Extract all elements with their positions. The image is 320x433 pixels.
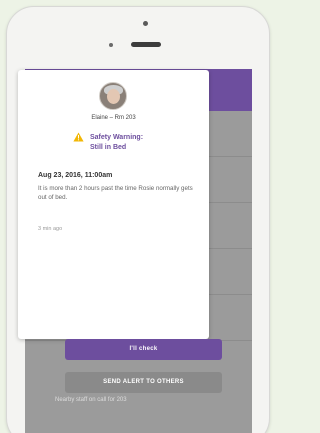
avatar (99, 82, 127, 110)
front-camera (143, 21, 148, 26)
send-alert-button[interactable]: SEND ALERT TO OTHERS (65, 372, 222, 393)
stage: ALERTS Nearby staff on call for 203 Elai… (0, 0, 277, 433)
alert-datetime: Aug 23, 2016, 11:00am (38, 172, 113, 179)
patient-name: Elaine – Rm 203 (91, 115, 136, 121)
alert-timestamp: 3 min ago (38, 226, 63, 232)
background-footer-text: Nearby staff on call for 203 (55, 397, 127, 403)
warning-triangle-icon (73, 132, 84, 142)
alert-dialog: Elaine – Rm 203 Safety Warning: Still in… (18, 70, 209, 339)
alert-title-line1: Safety Warning: (90, 134, 144, 141)
alert-description: It is more than 2 hours past the time Ro… (38, 185, 193, 201)
alert-title-line2: Still in Bed (90, 144, 127, 151)
alert-title: Safety Warning: Still in Bed (90, 133, 190, 153)
avatar-face (107, 89, 120, 104)
proximity-sensor (109, 43, 113, 47)
ill-check-button[interactable]: I'll check (65, 339, 222, 360)
earpiece-speaker (131, 42, 161, 47)
